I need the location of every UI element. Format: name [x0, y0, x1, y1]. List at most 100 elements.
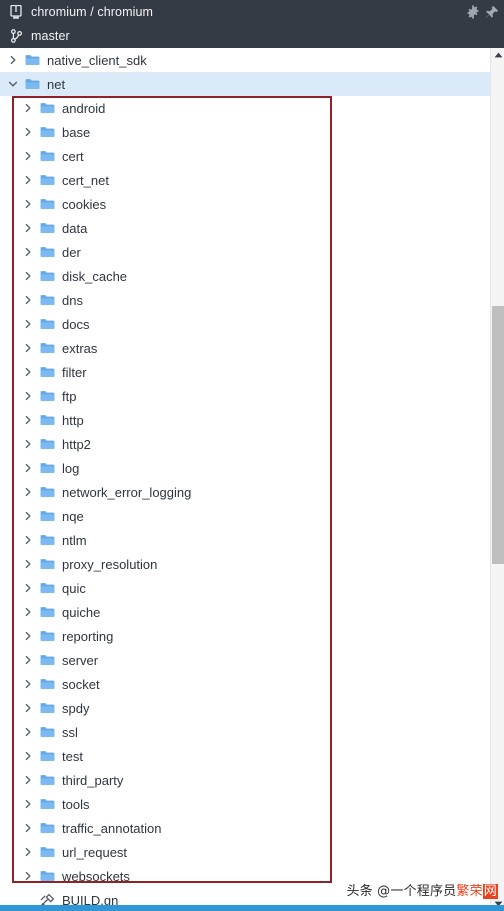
tree-item-label: ssl: [62, 724, 78, 740]
folder-icon: [40, 702, 55, 715]
tree-folder-row[interactable]: log: [0, 456, 490, 480]
chevron-right-icon[interactable]: [22, 342, 34, 354]
tree-item-label: tools: [62, 796, 90, 812]
chevron-right-icon[interactable]: [22, 534, 34, 546]
tree-folder-row[interactable]: disk_cache: [0, 264, 490, 288]
folder-icon: [40, 726, 55, 739]
tree-folder-row[interactable]: spdy: [0, 696, 490, 720]
chevron-right-icon[interactable]: [22, 414, 34, 426]
tree-folder-row[interactable]: server: [0, 648, 490, 672]
chevron-right-icon[interactable]: [22, 318, 34, 330]
tree-folder-row[interactable]: tools: [0, 792, 490, 816]
tree-folder-row[interactable]: third_party: [0, 768, 490, 792]
chevron-right-icon[interactable]: [22, 702, 34, 714]
chevron-right-icon[interactable]: [22, 510, 34, 522]
chevron-right-icon[interactable]: [22, 846, 34, 858]
tree-item-label: socket: [62, 676, 100, 692]
chevron-right-icon[interactable]: [22, 270, 34, 282]
tree-folder-row[interactable]: data: [0, 216, 490, 240]
tree-item-label: cert_net: [62, 172, 109, 188]
chevron-right-icon[interactable]: [22, 822, 34, 834]
tree-folder-row[interactable]: cert: [0, 144, 490, 168]
chevron-right-icon[interactable]: [22, 102, 34, 114]
chevron-right-icon[interactable]: [22, 726, 34, 738]
chevron-right-icon[interactable]: [22, 390, 34, 402]
tree-folder-row[interactable]: test: [0, 744, 490, 768]
tree-folder-row[interactable]: url_request: [0, 840, 490, 864]
tree-folder-row[interactable]: http: [0, 408, 490, 432]
tree-item-label: net: [47, 76, 66, 92]
chevron-right-icon[interactable]: [22, 798, 34, 810]
chevron-right-icon[interactable]: [22, 678, 34, 690]
chevron-down-icon[interactable]: [7, 78, 19, 90]
tree-folder-row[interactable]: proxy_resolution: [0, 552, 490, 576]
chevron-right-icon[interactable]: [22, 750, 34, 762]
vertical-scrollbar[interactable]: [490, 48, 504, 911]
tree-item-label: ntlm: [62, 532, 87, 548]
chevron-right-icon[interactable]: [22, 654, 34, 666]
tree-folder-row[interactable]: socket: [0, 672, 490, 696]
branch-name: master: [31, 29, 70, 43]
pin-icon[interactable]: [483, 3, 501, 21]
tree-folder-row[interactable]: extras: [0, 336, 490, 360]
chevron-right-icon[interactable]: [22, 294, 34, 306]
tree-folder-row[interactable]: reporting: [0, 624, 490, 648]
chevron-right-icon[interactable]: [22, 198, 34, 210]
chevron-right-icon[interactable]: [7, 54, 19, 66]
tree-folder-row[interactable]: android: [0, 96, 490, 120]
chevron-right-icon[interactable]: [22, 438, 34, 450]
tree-item-label: http2: [62, 436, 91, 452]
tree-folder-row[interactable]: dns: [0, 288, 490, 312]
tree-folder-row[interactable]: docs: [0, 312, 490, 336]
caret-up-icon[interactable]: [491, 48, 504, 62]
tree-item-label: disk_cache: [62, 268, 128, 284]
tree-folder-row[interactable]: network_error_logging: [0, 480, 490, 504]
folder-icon: [40, 654, 55, 667]
chevron-right-icon[interactable]: [22, 774, 34, 786]
chevron-right-icon[interactable]: [22, 246, 34, 258]
chevron-right-icon[interactable]: [22, 486, 34, 498]
tree-folder-row[interactable]: traffic_annotation: [0, 816, 490, 840]
chevron-right-icon[interactable]: [22, 126, 34, 138]
tree-folder-row[interactable]: der: [0, 240, 490, 264]
tree-folder-row[interactable]: filter: [0, 360, 490, 384]
tree-item-label: test: [62, 748, 83, 764]
tree-folder-row[interactable]: ftp: [0, 384, 490, 408]
repo-title-row[interactable]: chromium / chromium: [0, 0, 504, 24]
tree-folder-row[interactable]: native_client_sdk: [0, 48, 490, 72]
tree-folder-row[interactable]: nqe: [0, 504, 490, 528]
folder-icon: [40, 846, 55, 859]
watermark-highlight: 繁荣: [456, 884, 483, 899]
chevron-right-icon[interactable]: [22, 150, 34, 162]
tree-folder-row[interactable]: quic: [0, 576, 490, 600]
folder-icon: [40, 366, 55, 379]
folder-icon: [40, 774, 55, 787]
folder-icon: [40, 342, 55, 355]
folder-icon: [40, 294, 55, 307]
chevron-right-icon[interactable]: [22, 870, 34, 882]
tree-folder-row[interactable]: http2: [0, 432, 490, 456]
chevron-right-icon[interactable]: [22, 630, 34, 642]
branch-row[interactable]: master: [0, 24, 504, 48]
tree-folder-row[interactable]: net: [0, 72, 490, 96]
tree-folder-row[interactable]: cert_net: [0, 168, 490, 192]
folder-icon: [40, 750, 55, 763]
tree-folder-row[interactable]: base: [0, 120, 490, 144]
tree-folder-row[interactable]: quiche: [0, 600, 490, 624]
tree-folder-row[interactable]: ntlm: [0, 528, 490, 552]
tree-folder-row[interactable]: cookies: [0, 192, 490, 216]
chevron-right-icon[interactable]: [22, 606, 34, 618]
git-branch-icon: [7, 28, 25, 45]
gear-icon[interactable]: [464, 3, 482, 21]
scrollbar-thumb[interactable]: [492, 306, 504, 564]
folder-icon: [40, 318, 55, 331]
chevron-right-icon[interactable]: [22, 222, 34, 234]
tree-item-label: filter: [62, 364, 87, 380]
chevron-right-icon[interactable]: [22, 366, 34, 378]
chevron-right-icon[interactable]: [22, 558, 34, 570]
chevron-right-icon[interactable]: [22, 462, 34, 474]
tree-folder-row[interactable]: ssl: [0, 720, 490, 744]
file-tree[interactable]: native_client_sdknet android base cert cert_…: [0, 48, 490, 911]
chevron-right-icon[interactable]: [22, 174, 34, 186]
chevron-right-icon[interactable]: [22, 582, 34, 594]
